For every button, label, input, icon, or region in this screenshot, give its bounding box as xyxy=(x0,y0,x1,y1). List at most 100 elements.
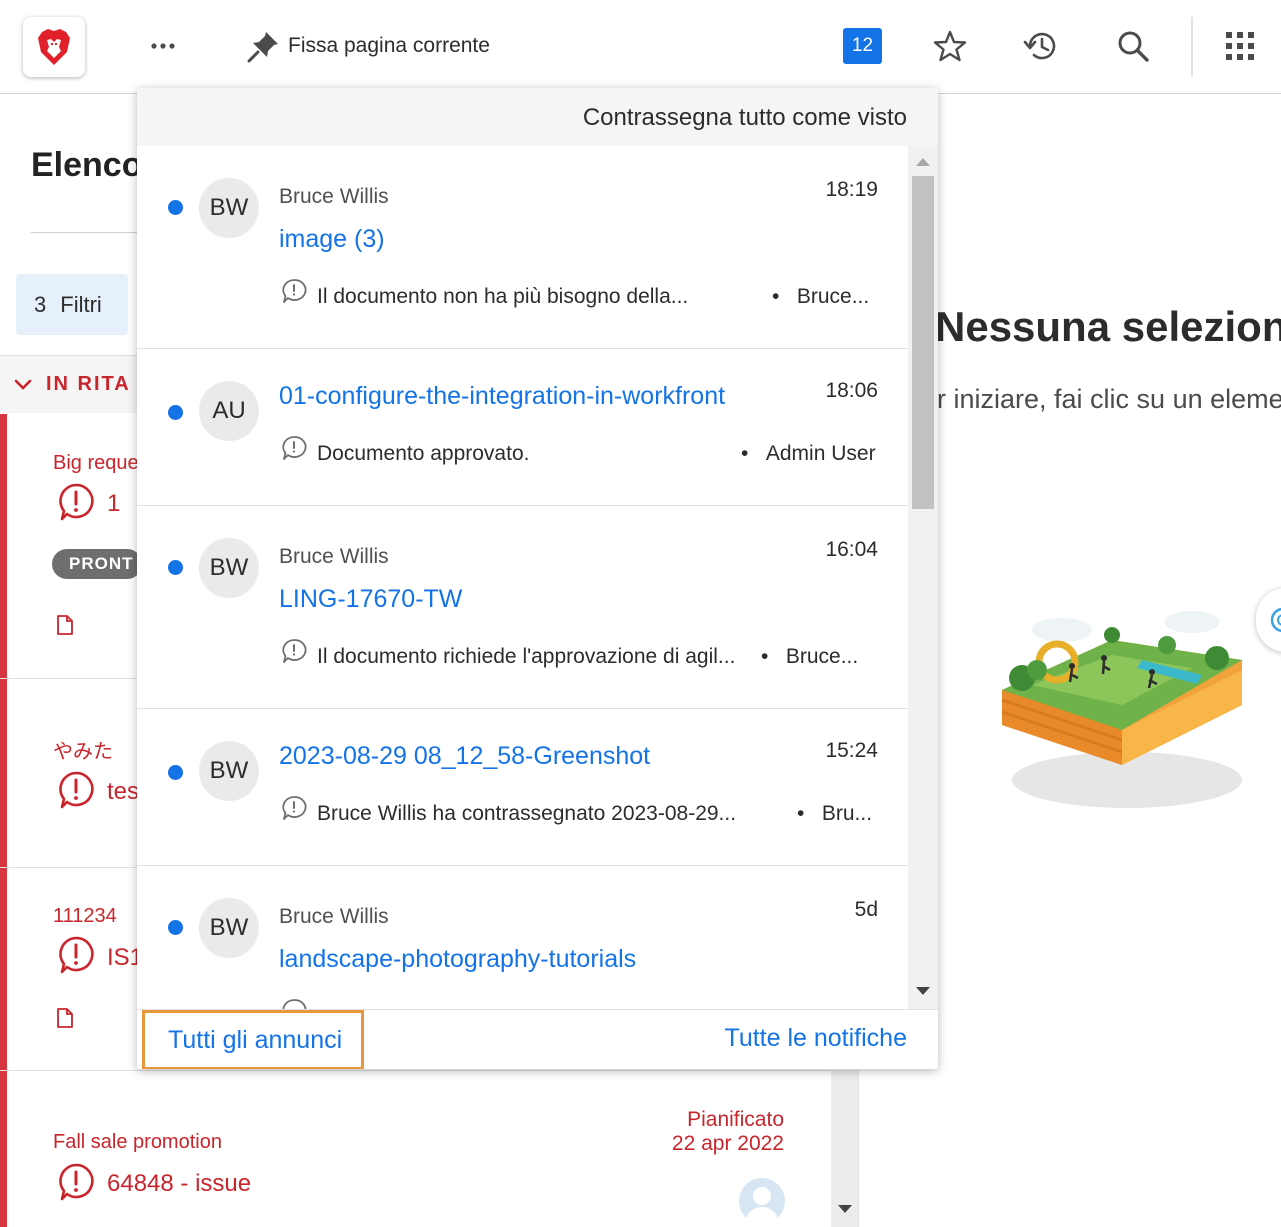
assignee-avatar[interactable] xyxy=(739,1178,785,1224)
scroll-down-arrow-icon[interactable] xyxy=(916,987,930,995)
recents-button[interactable] xyxy=(1023,28,1059,64)
issue-alert-icon xyxy=(59,936,94,974)
priority-bar xyxy=(0,679,7,867)
popover-header: Contrassegna tutto come visto xyxy=(137,88,938,146)
notification-actor-name: Bru... xyxy=(821,802,873,825)
notification-title-link[interactable]: image (3) xyxy=(279,225,385,254)
notification-item[interactable]: BW 2023-08-29 08_12_58-Greenshot 15:24 B… xyxy=(137,709,908,866)
unread-dot xyxy=(168,405,183,420)
empty-state-illustration xyxy=(1001,611,1242,808)
card-id[interactable]: tes xyxy=(107,778,139,806)
grid-icon xyxy=(1226,32,1254,60)
filters-button[interactable]: 3 Filtri xyxy=(16,274,128,335)
schedule-date: 22 apr 2022 xyxy=(671,1132,784,1155)
notification-sender: Bruce Willis xyxy=(279,185,389,208)
all-announcements-link[interactable]: Tutti gli annunci xyxy=(142,1010,364,1069)
pin-page-button[interactable]: Fissa pagina corrente xyxy=(246,28,490,64)
toolbar-divider xyxy=(1191,17,1193,77)
brand-logo-button[interactable] xyxy=(23,17,85,77)
notification-time: 5d xyxy=(854,898,878,921)
card-name[interactable]: 111234 xyxy=(53,905,117,928)
scroll-down-arrow-icon[interactable] xyxy=(838,1205,852,1213)
star-icon xyxy=(933,30,967,62)
notification-item[interactable]: BW Bruce Willis landscape-photography-tu… xyxy=(137,866,908,1009)
notification-time: 18:06 xyxy=(825,379,878,402)
comment-icon xyxy=(282,639,307,663)
unread-dot xyxy=(168,765,183,780)
comment-icon xyxy=(282,796,307,820)
sender-avatar: AU xyxy=(199,381,259,441)
list-scrollbar[interactable] xyxy=(831,1070,859,1227)
status-badge: PRONT xyxy=(52,549,142,579)
comment-icon xyxy=(282,436,307,460)
notification-actor-name: Bruce... xyxy=(785,645,859,668)
chevron-down-icon xyxy=(14,379,32,390)
unread-dot xyxy=(168,200,183,215)
mark-all-seen-button[interactable]: Contrassegna tutto come visto xyxy=(583,104,907,132)
notification-message: Bruce Willis ha contrassegnato 2023-08-2… xyxy=(317,802,737,825)
lion-logo-icon xyxy=(38,29,70,65)
notification-title-link[interactable]: 01-configure-the-integration-in-workfron… xyxy=(279,382,725,411)
pin-page-label: Fissa pagina corrente xyxy=(288,34,490,57)
issue-alert-icon xyxy=(59,1163,94,1201)
app-window: Fissa pagina corrente 12 Elenco 3 Filtri… xyxy=(0,0,1281,1227)
overdue-section-header[interactable]: IN RITA xyxy=(0,355,140,413)
document-icon[interactable] xyxy=(56,615,74,635)
scrollbar-thumb[interactable] xyxy=(912,176,934,509)
issue-alert-icon xyxy=(59,483,94,521)
popover-footer: Tutti gli annunci Tutte le notifiche xyxy=(137,1009,938,1069)
help-chat-button[interactable] xyxy=(1256,588,1281,652)
comment-icon xyxy=(282,279,307,303)
schedule-label: Pianificato xyxy=(687,1108,784,1131)
card-id[interactable]: 64848 - issue xyxy=(107,1170,251,1198)
help-icon xyxy=(1270,607,1281,633)
section-label: IN RITA xyxy=(46,373,131,395)
notification-message: Il documento non ha più bisogno della... xyxy=(317,285,689,308)
notification-item[interactable]: BW Bruce Willis image (3) 18:19 Il docum… xyxy=(137,146,908,349)
notification-message: Documento approvato. xyxy=(317,442,530,465)
favorites-button[interactable] xyxy=(932,28,968,64)
filters-count: 3 xyxy=(34,291,47,317)
unread-dot xyxy=(168,560,183,575)
filters-label: Filtri xyxy=(60,291,102,317)
more-menu-button[interactable] xyxy=(150,32,176,60)
priority-bar xyxy=(0,1071,7,1227)
notification-time: 18:19 xyxy=(825,178,878,201)
notification-sender: Bruce Willis xyxy=(279,545,389,568)
notification-title-link[interactable]: 2023-08-29 08_12_58-Greenshot xyxy=(279,742,650,771)
pin-icon xyxy=(247,32,278,63)
user-avatar-icon xyxy=(745,1187,779,1224)
notification-scrollbar[interactable] xyxy=(908,146,938,1009)
notification-title-link[interactable]: landscape-photography-tutorials xyxy=(279,945,636,974)
document-icon[interactable] xyxy=(56,1008,74,1028)
notification-title-link[interactable]: LING-17670-TW xyxy=(279,585,462,614)
notifications-button[interactable]: 12 xyxy=(843,28,882,64)
notification-item[interactable]: BW Bruce Willis LING-17670-TW 16:04 Il d… xyxy=(137,506,908,709)
priority-bar xyxy=(0,414,7,678)
sender-avatar: BW xyxy=(199,898,259,958)
notification-actor-name: Bruce... xyxy=(796,285,870,308)
notification-time: 15:24 xyxy=(825,739,878,762)
card-name[interactable]: やみた xyxy=(53,735,113,764)
card-name[interactable]: Big reque xyxy=(53,452,139,475)
page-title: Elenco xyxy=(31,146,143,184)
history-icon xyxy=(1023,32,1056,60)
panel-divider xyxy=(858,1070,859,1227)
notification-list: BW Bruce Willis image (3) 18:19 Il docum… xyxy=(137,146,908,1009)
notification-item[interactable]: AU 01-configure-the-integration-in-workf… xyxy=(137,349,908,506)
issue-count: 1 xyxy=(107,490,121,517)
card-divider xyxy=(0,1070,830,1071)
top-bar: Fissa pagina corrente 12 xyxy=(0,0,1281,94)
ellipsis-icon xyxy=(151,43,175,49)
apps-menu-button[interactable] xyxy=(1222,28,1258,64)
notification-message: Il documento richiede l'approvazione di … xyxy=(317,645,736,668)
card-name[interactable]: Fall sale promotion xyxy=(53,1131,222,1154)
empty-state-title: Nessuna selezion xyxy=(935,303,1281,350)
notification-actor-name: Admin User xyxy=(765,442,876,465)
all-notifications-link[interactable]: Tutte le notifiche xyxy=(724,1024,907,1053)
scroll-up-arrow-icon[interactable] xyxy=(916,158,930,166)
empty-state-subtitle: r iniziare, fai clic su un eleme xyxy=(937,384,1281,414)
notification-actor: • Bruce... xyxy=(772,285,870,308)
search-button[interactable] xyxy=(1115,28,1151,64)
notification-time: 16:04 xyxy=(825,538,878,561)
